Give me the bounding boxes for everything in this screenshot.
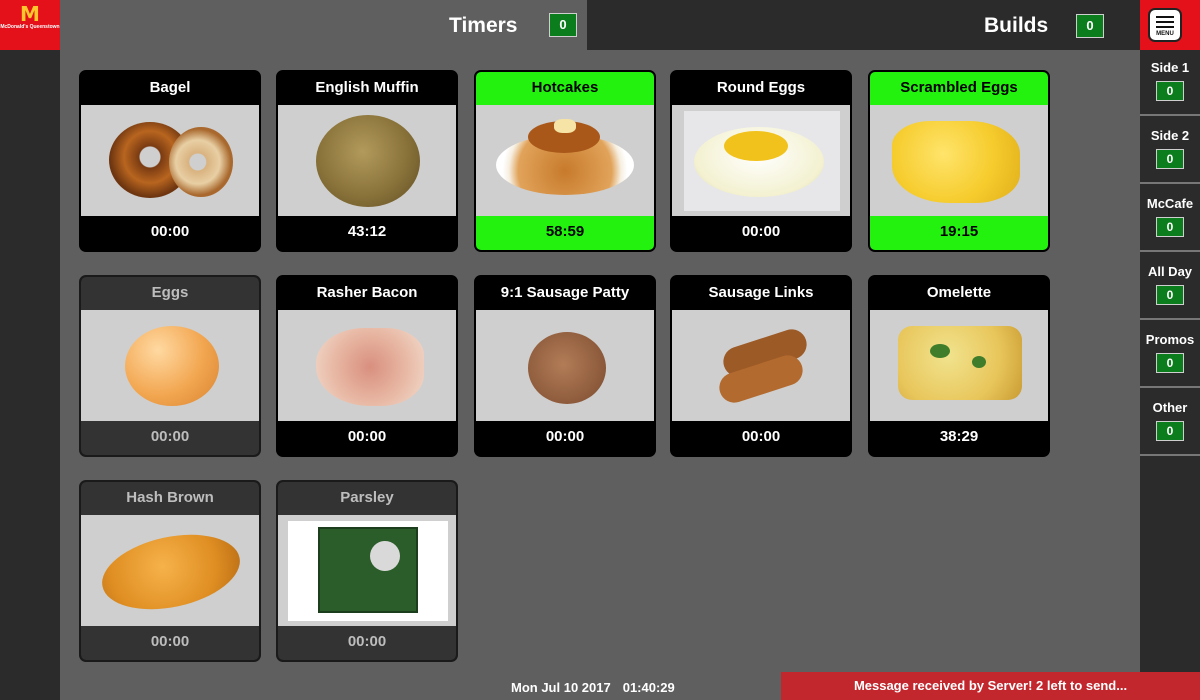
builds-header[interactable]: Builds 0 xyxy=(587,0,1140,50)
tile-sausage-patty[interactable]: 9:1 Sausage Patty 00:00 xyxy=(474,275,656,457)
round-egg-icon xyxy=(672,105,850,216)
category-label: Other xyxy=(1152,400,1188,415)
tile-timer: 19:15 xyxy=(870,216,1048,250)
category-count-badge: 0 xyxy=(1156,285,1184,305)
sausage-links-icon xyxy=(672,310,850,421)
golden-arches-icon: M xyxy=(20,2,40,26)
tile-name: Eggs xyxy=(81,277,259,310)
category-mccafe[interactable]: McCafe 0 xyxy=(1140,186,1200,252)
category-other[interactable]: Other 0 xyxy=(1140,390,1200,456)
left-rail xyxy=(0,0,60,700)
tile-name: Scrambled Eggs xyxy=(870,72,1048,105)
scrambled-eggs-icon xyxy=(870,105,1048,216)
menu-area: MENU xyxy=(1140,0,1200,50)
category-label: Side 1 xyxy=(1150,60,1190,75)
hash-brown-icon xyxy=(81,515,259,626)
hotcakes-icon xyxy=(476,105,654,216)
mcdonalds-logo: M McDonald's Queenstown xyxy=(0,0,60,50)
category-side-1[interactable]: Side 1 0 xyxy=(1140,50,1200,116)
bagel-icon xyxy=(81,105,259,216)
tile-sausage-links[interactable]: Sausage Links 00:00 xyxy=(670,275,852,457)
tile-timer: 00:00 xyxy=(672,421,850,455)
category-count-badge: 0 xyxy=(1156,81,1184,101)
category-count-badge: 0 xyxy=(1156,217,1184,237)
tile-name: Hotcakes xyxy=(476,72,654,105)
tile-name: Rasher Bacon xyxy=(278,277,456,310)
category-count-badge: 0 xyxy=(1156,353,1184,373)
timers-count-badge: 0 xyxy=(549,13,577,37)
tile-name: English Muffin xyxy=(278,72,456,105)
tile-name: Omelette xyxy=(870,277,1048,310)
tile-timer: 43:12 xyxy=(278,216,456,250)
tile-timer: 38:29 xyxy=(870,421,1048,455)
timers-title: Timers xyxy=(449,14,518,37)
tile-name: Round Eggs xyxy=(672,72,850,105)
timers-header[interactable]: Timers 0 xyxy=(60,0,587,50)
menu-button[interactable]: MENU xyxy=(1148,8,1182,42)
status-date: Mon Jul 10 2017 xyxy=(511,680,611,695)
category-promos[interactable]: Promos 0 xyxy=(1140,322,1200,388)
tile-scrambled-eggs[interactable]: Scrambled Eggs 19:15 xyxy=(868,70,1050,252)
product-tile-grid: Bagel 00:00 English Muffin 43:12 Hotcake… xyxy=(60,50,1140,672)
tile-eggs[interactable]: Eggs 00:00 xyxy=(79,275,261,457)
category-side-2[interactable]: Side 2 0 xyxy=(1140,118,1200,184)
category-all-day[interactable]: All Day 0 xyxy=(1140,254,1200,320)
tile-omelette[interactable]: Omelette 38:29 xyxy=(868,275,1050,457)
logo-text: McDonald's Queenstown xyxy=(0,24,60,30)
parsley-icon xyxy=(278,515,456,626)
omelette-icon xyxy=(870,310,1048,421)
tile-name: Bagel xyxy=(81,72,259,105)
tile-english-muffin[interactable]: English Muffin 43:12 xyxy=(276,70,458,252)
tile-timer: 58:59 xyxy=(476,216,654,250)
tile-name: Parsley xyxy=(278,482,456,515)
tile-timer: 00:00 xyxy=(278,626,456,660)
english-muffin-icon xyxy=(278,105,456,216)
category-count-badge: 0 xyxy=(1156,149,1184,169)
hamburger-icon xyxy=(1150,10,1180,28)
category-label: McCafe xyxy=(1146,196,1194,211)
status-time: 01:40:29 xyxy=(622,680,675,695)
category-label: Promos xyxy=(1145,332,1195,347)
tile-hash-brown[interactable]: Hash Brown 00:00 xyxy=(79,480,261,662)
tile-round-eggs[interactable]: Round Eggs 00:00 xyxy=(670,70,852,252)
status-datetime: Mon Jul 10 2017 01:40:29 xyxy=(511,680,675,695)
tile-rasher-bacon[interactable]: Rasher Bacon 00:00 xyxy=(276,275,458,457)
tile-timer: 00:00 xyxy=(81,421,259,455)
sausage-patty-icon xyxy=(476,310,654,421)
tile-hotcakes[interactable]: Hotcakes 58:59 xyxy=(474,70,656,252)
tile-bagel[interactable]: Bagel 00:00 xyxy=(79,70,261,252)
tile-timer: 00:00 xyxy=(81,216,259,250)
egg-icon xyxy=(81,310,259,421)
builds-count-badge: 0 xyxy=(1076,14,1104,38)
category-label: All Day xyxy=(1147,264,1193,279)
tile-name: Hash Brown xyxy=(81,482,259,515)
category-label: Side 2 xyxy=(1150,128,1190,143)
tile-timer: 00:00 xyxy=(278,421,456,455)
tile-timer: 00:00 xyxy=(672,216,850,250)
tile-parsley[interactable]: Parsley 00:00 xyxy=(276,480,458,662)
tile-timer: 00:00 xyxy=(81,626,259,660)
menu-label: MENU xyxy=(1156,31,1174,37)
tile-timer: 00:00 xyxy=(476,421,654,455)
builds-title: Builds xyxy=(984,14,1049,37)
tile-name: Sausage Links xyxy=(672,277,850,310)
tile-name: 9:1 Sausage Patty xyxy=(476,277,654,310)
category-count-badge: 0 xyxy=(1156,421,1184,441)
bacon-icon xyxy=(278,310,456,421)
server-message-bar: Message received by Server! 2 left to se… xyxy=(781,672,1200,700)
